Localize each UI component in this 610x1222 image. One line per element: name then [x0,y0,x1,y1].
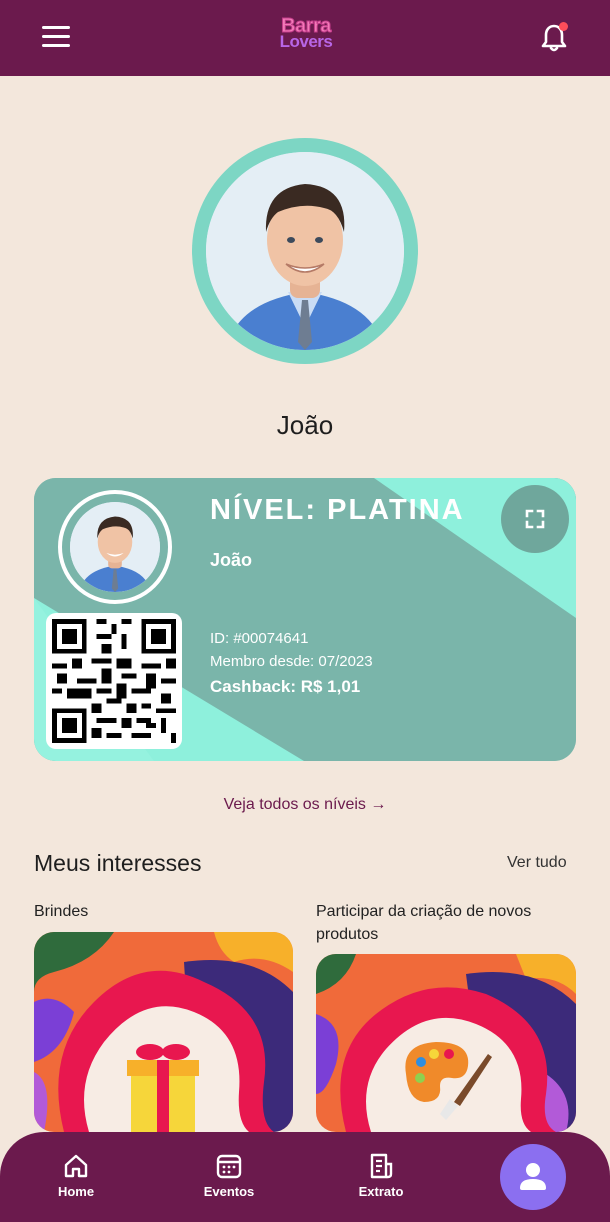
interest-card-art [316,954,576,1132]
notification-dot [559,22,568,31]
expand-card-button[interactable] [501,485,569,553]
nav-profile-button[interactable] [500,1144,566,1210]
nav-events-label: Eventos [203,1184,255,1199]
profile-avatar-ring[interactable] [192,138,418,364]
interest-card-products[interactable] [316,954,576,1132]
nav-statement-label: Extrato [358,1184,404,1199]
hamburger-icon[interactable] [42,26,70,48]
app-logo[interactable]: Barra Lovers [266,16,346,58]
member-card[interactable]: NÍVEL: PLATINA João ID: #00074641 Membro… [34,478,576,761]
interest-label: Participar da criação de novos produtos [316,903,532,943]
calendar-icon [216,1154,242,1179]
home-icon [64,1154,88,1178]
bell-icon[interactable] [538,22,570,54]
top-bar: Barra Lovers [0,0,610,76]
member-since: Membro desde: 07/2023 [210,653,373,670]
all-levels-link[interactable]: Veja todos os níveis → [0,796,610,814]
card-avatar-ring [58,490,172,604]
member-id: ID: #00074641 [210,630,309,647]
card-member-name: João [210,550,253,570]
profile-name: João [276,410,334,440]
person-photo-icon [206,152,404,350]
profile-avatar [206,152,404,350]
member-level: NÍVEL: PLATINA [210,494,465,526]
logo-text-line2: Lovers [279,32,333,51]
interest-card-art [34,932,293,1132]
interest-label: Brindes [34,903,89,920]
see-all-link[interactable]: Ver tudo [507,854,567,872]
user-icon [520,1163,546,1190]
statement-icon [370,1153,393,1179]
card-avatar [70,502,160,592]
person-photo-icon [70,502,160,592]
qr-code-icon [52,619,176,743]
interests-title: Meus interesses [34,850,202,876]
interest-card-gifts[interactable] [34,932,293,1132]
nav-home[interactable]: Home [50,1152,102,1199]
nav-home-label: Home [57,1184,95,1199]
nav-events[interactable]: Eventos [196,1152,262,1199]
nav-statement[interactable]: Extrato [350,1152,412,1199]
bottom-navigation: Home Eventos Extrato [0,1132,610,1222]
qr-code[interactable] [46,613,182,749]
expand-icon [525,509,545,529]
cashback-balance: Cashback: R$ 1,01 [210,677,361,696]
